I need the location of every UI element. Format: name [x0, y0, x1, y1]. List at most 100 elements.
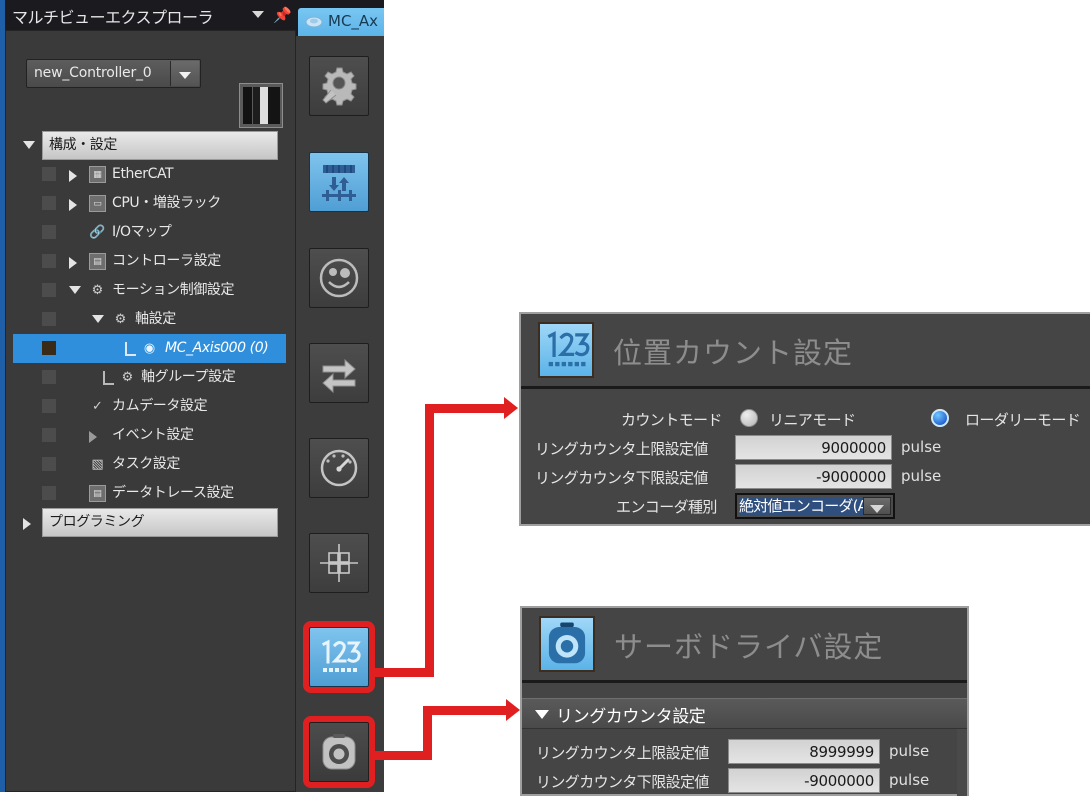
ring-counter-section-header[interactable]: リングカウンタ設定 [522, 698, 967, 729]
axis-basic-settings-button[interactable] [309, 56, 369, 116]
connector-position-count-seg-h2 [425, 404, 511, 413]
radio-linear-mode[interactable] [740, 409, 758, 427]
axis-icon: ⚙ [114, 312, 127, 327]
io-mapping-button[interactable] [309, 343, 369, 403]
ring-counter-lower-input[interactable]: -9000000 [735, 464, 892, 489]
expander-right-icon[interactable] [69, 257, 77, 269]
cam-icon: ✓ [92, 399, 103, 414]
ring-counter-upper-input[interactable]: 9000000 [735, 435, 892, 460]
trace-icon: ▤ [89, 485, 106, 502]
tree-item-label: I/Oマップ [112, 224, 172, 240]
tree-item-data-trace-settings[interactable]: ▤ データトレース設定 [13, 479, 290, 508]
tree-item-axis-settings[interactable]: ⚙ 軸設定 [13, 305, 290, 334]
ring-counter-upper-row: リングカウンタ上限設定値 9000000 pulse [521, 434, 1090, 463]
servo-driver-settings-dialog: サーボドライバ設定 リングカウンタ設定 リングカウンタ上限設定値 8999999… [520, 606, 969, 796]
controller-select[interactable]: new_Controller_0 [26, 59, 201, 88]
tree-item-label: 軸グループ設定 [141, 369, 236, 385]
tab-mc-axis000[interactable]: MC_Ax [298, 8, 398, 36]
tree-item-label: データトレース設定 [112, 485, 234, 501]
tree-item-axis-group-settings[interactable]: ⚙ 軸グループ設定 [13, 363, 290, 392]
pin-icon[interactable]: 📌 [273, 6, 292, 24]
servo-ring-lower-value: -9000000 [804, 772, 874, 790]
tree-item-motion-control-settings[interactable]: ⚙ モーション制御設定 [13, 276, 290, 305]
tree-item-label: モーション制御設定 [112, 282, 235, 298]
expander-down-icon[interactable] [92, 315, 104, 323]
tree-item-ethercat[interactable]: ▦ EtherCAT [13, 160, 290, 189]
dialog-header: 位置カウント設定 [521, 314, 1090, 389]
radio-rotary-mode[interactable] [931, 409, 949, 427]
connector-position-count-seg-v [425, 404, 434, 677]
motion-icon: ⚙ [91, 283, 104, 298]
axis-tab-icon [305, 13, 323, 31]
multiview-explorer-panel: マルチビューエクスプローラ 📌 new_Controller_0 構成・設定 ▦… [0, 0, 296, 792]
two-arrows-icon [310, 344, 368, 402]
servo-ring-lower-input[interactable]: -9000000 [728, 768, 880, 793]
expander-right-icon[interactable] [69, 170, 77, 182]
ring-counter-lower-value: -9000000 [816, 468, 886, 486]
dialog-body: カウントモード リニアモード ローダリーモード リングカウンタ上限設定値 900… [521, 405, 1090, 521]
axis-group-icon: ⚙ [121, 370, 134, 385]
tree-item-mc-axis000[interactable]: ◉ MC_Axis000 (0) [13, 334, 290, 363]
caret-down-icon[interactable] [535, 710, 549, 719]
explorer-title: マルチビューエクスプローラ [12, 8, 214, 27]
encoder-type-row: エンコーダ種別 絶対値エンコーダ(ABS) [521, 492, 1090, 521]
unit-conversion-button[interactable] [309, 152, 369, 212]
tree-item-label: 構成・設定 [49, 137, 117, 153]
ring-counter-lower-label: リングカウンタ下限設定値 [535, 469, 708, 487]
ring-counter-upper-value: 9000000 [821, 439, 886, 457]
tree-item-label: CPU・増設ラック [112, 195, 221, 211]
document-canvas: 位置カウント設定 カウントモード リニアモード ローダリーモード リングカウンタ… [374, 0, 1090, 796]
gear-wrench-icon [310, 57, 368, 115]
chevron-down-icon[interactable] [170, 61, 199, 86]
tree-item-label: EtherCAT [112, 166, 174, 182]
gauge-icon [310, 439, 368, 497]
tree-item-configuration[interactable]: 構成・設定 [13, 131, 290, 160]
encoder-type-select[interactable]: 絶対値エンコーダ(ABS) [735, 493, 895, 519]
explorer-titlebar: マルチビューエクスプローラ 📌 [5, 0, 296, 31]
tree-item-event-settings[interactable]: イベント設定 [13, 421, 290, 450]
explorer-body: new_Controller_0 構成・設定 ▦ EtherCAT ▭ CPU・… [5, 30, 296, 792]
operation-settings-button[interactable] [309, 248, 369, 308]
smiley-gear-icon [310, 249, 368, 307]
radio-rotary-mode-label: ローダリーモード [965, 411, 1081, 429]
expander-right-icon[interactable] [69, 199, 77, 211]
tree-item-cam-data-settings[interactable]: ✓ カムデータ設定 [13, 392, 290, 421]
ring-counter-section-label: リングカウンタ設定 [556, 707, 706, 727]
explorer-inner: マルチビューエクスプローラ 📌 new_Controller_0 構成・設定 ▦… [5, 0, 296, 792]
expander-down-icon[interactable] [23, 141, 35, 149]
chevron-down-icon[interactable] [863, 497, 891, 515]
tree-item-controller-settings[interactable]: ▤ コントローラ設定 [13, 247, 290, 276]
servo-camera-icon [539, 616, 595, 672]
limit-settings-button[interactable] [309, 438, 369, 498]
connector-position-count-arrowhead [504, 397, 518, 419]
tree-item-programming[interactable]: プログラミング [13, 508, 290, 537]
expander-down-icon[interactable] [69, 286, 81, 294]
position-count-button[interactable] [303, 621, 375, 693]
tree-item-label: カムデータ設定 [112, 398, 208, 414]
radio-linear-mode-label: リニアモード [769, 411, 856, 429]
tab-label: MC_Ax [328, 12, 379, 30]
axis-settings-toolstrip: MC_Ax [296, 0, 398, 792]
servo-ring-lower-unit: pulse [889, 771, 930, 789]
dialog-body: リングカウンタ設定 リングカウンタ上限設定値 8999999 pulse リング… [522, 698, 967, 796]
event-icon [89, 431, 97, 443]
servo-ring-upper-unit: pulse [889, 742, 930, 760]
tree-item-label: プログラミング [49, 514, 145, 530]
chevron-down-icon[interactable] [252, 11, 264, 18]
servo-ring-upper-input[interactable]: 8999999 [728, 739, 880, 764]
expander-right-icon[interactable] [23, 518, 31, 530]
tree-item-io-map[interactable]: 🔗 I/Oマップ [13, 218, 290, 247]
count-mode-label: カウントモード [621, 411, 722, 429]
tree-item-label: タスク設定 [112, 456, 180, 472]
tree-item-cpu-rack[interactable]: ▭ CPU・増設ラック [13, 189, 290, 218]
servo-driver-button[interactable] [303, 716, 375, 788]
connector-servo-driver-seg-h2 [423, 706, 513, 715]
tree-item-task-settings[interactable]: ▧ タスク設定 [13, 450, 290, 479]
servo-ring-lower-label: リングカウンタ下限設定値 [536, 773, 709, 791]
tree-item-label: コントローラ設定 [112, 253, 221, 269]
servo-ring-upper-value: 8999999 [809, 743, 874, 761]
homing-settings-button[interactable] [309, 533, 369, 593]
encoder-type-value: 絶対値エンコーダ(ABS) [739, 497, 863, 515]
tree-item-label: MC_Axis000 (0) [165, 340, 269, 356]
ring-counter-lower-row: リングカウンタ下限設定値 -9000000 pulse [521, 463, 1090, 492]
